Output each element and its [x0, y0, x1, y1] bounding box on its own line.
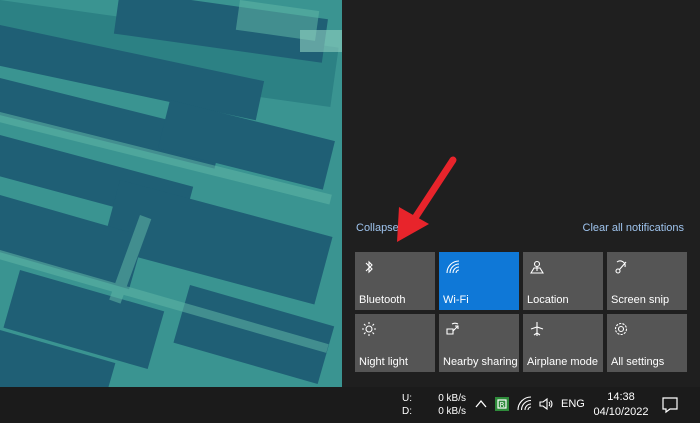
show-hidden-icons-chevron-up-icon[interactable]: [473, 396, 489, 412]
upload-label: U:: [402, 393, 412, 404]
red-arrow-annotation: [397, 156, 457, 242]
network-speed-labels: U: D:: [402, 392, 412, 418]
airplane-icon: [529, 321, 545, 337]
download-label: D:: [402, 406, 412, 417]
nearby-sharing-icon: [445, 321, 461, 337]
clear-all-notifications-link[interactable]: Clear all notifications: [583, 222, 685, 234]
bluetooth-tile[interactable]: Bluetooth: [355, 252, 435, 310]
airplane-mode-tile[interactable]: Airplane mode: [523, 314, 603, 372]
volume-icon[interactable]: [538, 396, 554, 412]
location-tile[interactable]: Location: [523, 252, 603, 310]
action-center-notification-icon[interactable]: [658, 393, 682, 417]
night-light-tile[interactable]: Night light: [355, 314, 435, 372]
input-language-indicator[interactable]: ENG: [561, 398, 585, 410]
screen-snip-icon: [613, 259, 629, 275]
desktop-wallpaper: [0, 0, 342, 387]
all-settings-tile[interactable]: All settings: [607, 314, 687, 372]
screen-snip-tile[interactable]: Screen snip: [607, 252, 687, 310]
network-speed-values: 0 kB/s 0 kB/s: [438, 392, 466, 418]
screen-snip-tile-label: Screen snip: [611, 294, 670, 306]
wifi-tile-label: Wi-Fi: [443, 294, 469, 306]
clock-date: 04/10/2022: [593, 406, 649, 418]
nearby-sharing-tile-label: Nearby sharing: [443, 356, 518, 368]
quick-actions-grid: Bluetooth Wi-Fi Location Screen snip Nig…: [355, 252, 687, 372]
night-light-icon: [361, 321, 377, 337]
taskbar-clock[interactable]: 14:38 04/10/2022: [590, 390, 652, 420]
wifi-icon: [445, 259, 461, 275]
nearby-sharing-tile[interactable]: Nearby sharing: [439, 314, 519, 372]
night-light-tile-label: Night light: [359, 356, 408, 368]
location-icon: [529, 259, 545, 275]
download-speed: 0 kB/s: [438, 406, 466, 417]
upload-speed: 0 kB/s: [438, 393, 466, 404]
wifi-tile[interactable]: Wi-Fi: [439, 252, 519, 310]
app-tray-icon[interactable]: R: [494, 396, 510, 412]
location-tile-label: Location: [527, 294, 569, 306]
svg-text:R: R: [500, 401, 505, 409]
taskbar: U: D: 0 kB/s 0 kB/s R ENG 14:38 04/10/20…: [0, 387, 700, 423]
settings-icon: [613, 321, 629, 337]
network-wifi-icon[interactable]: [517, 396, 533, 412]
clock-time: 14:38: [607, 391, 635, 403]
bluetooth-icon: [361, 259, 377, 275]
all-settings-tile-label: All settings: [611, 356, 665, 368]
bluetooth-tile-label: Bluetooth: [359, 294, 406, 306]
airplane-mode-tile-label: Airplane mode: [527, 356, 598, 368]
